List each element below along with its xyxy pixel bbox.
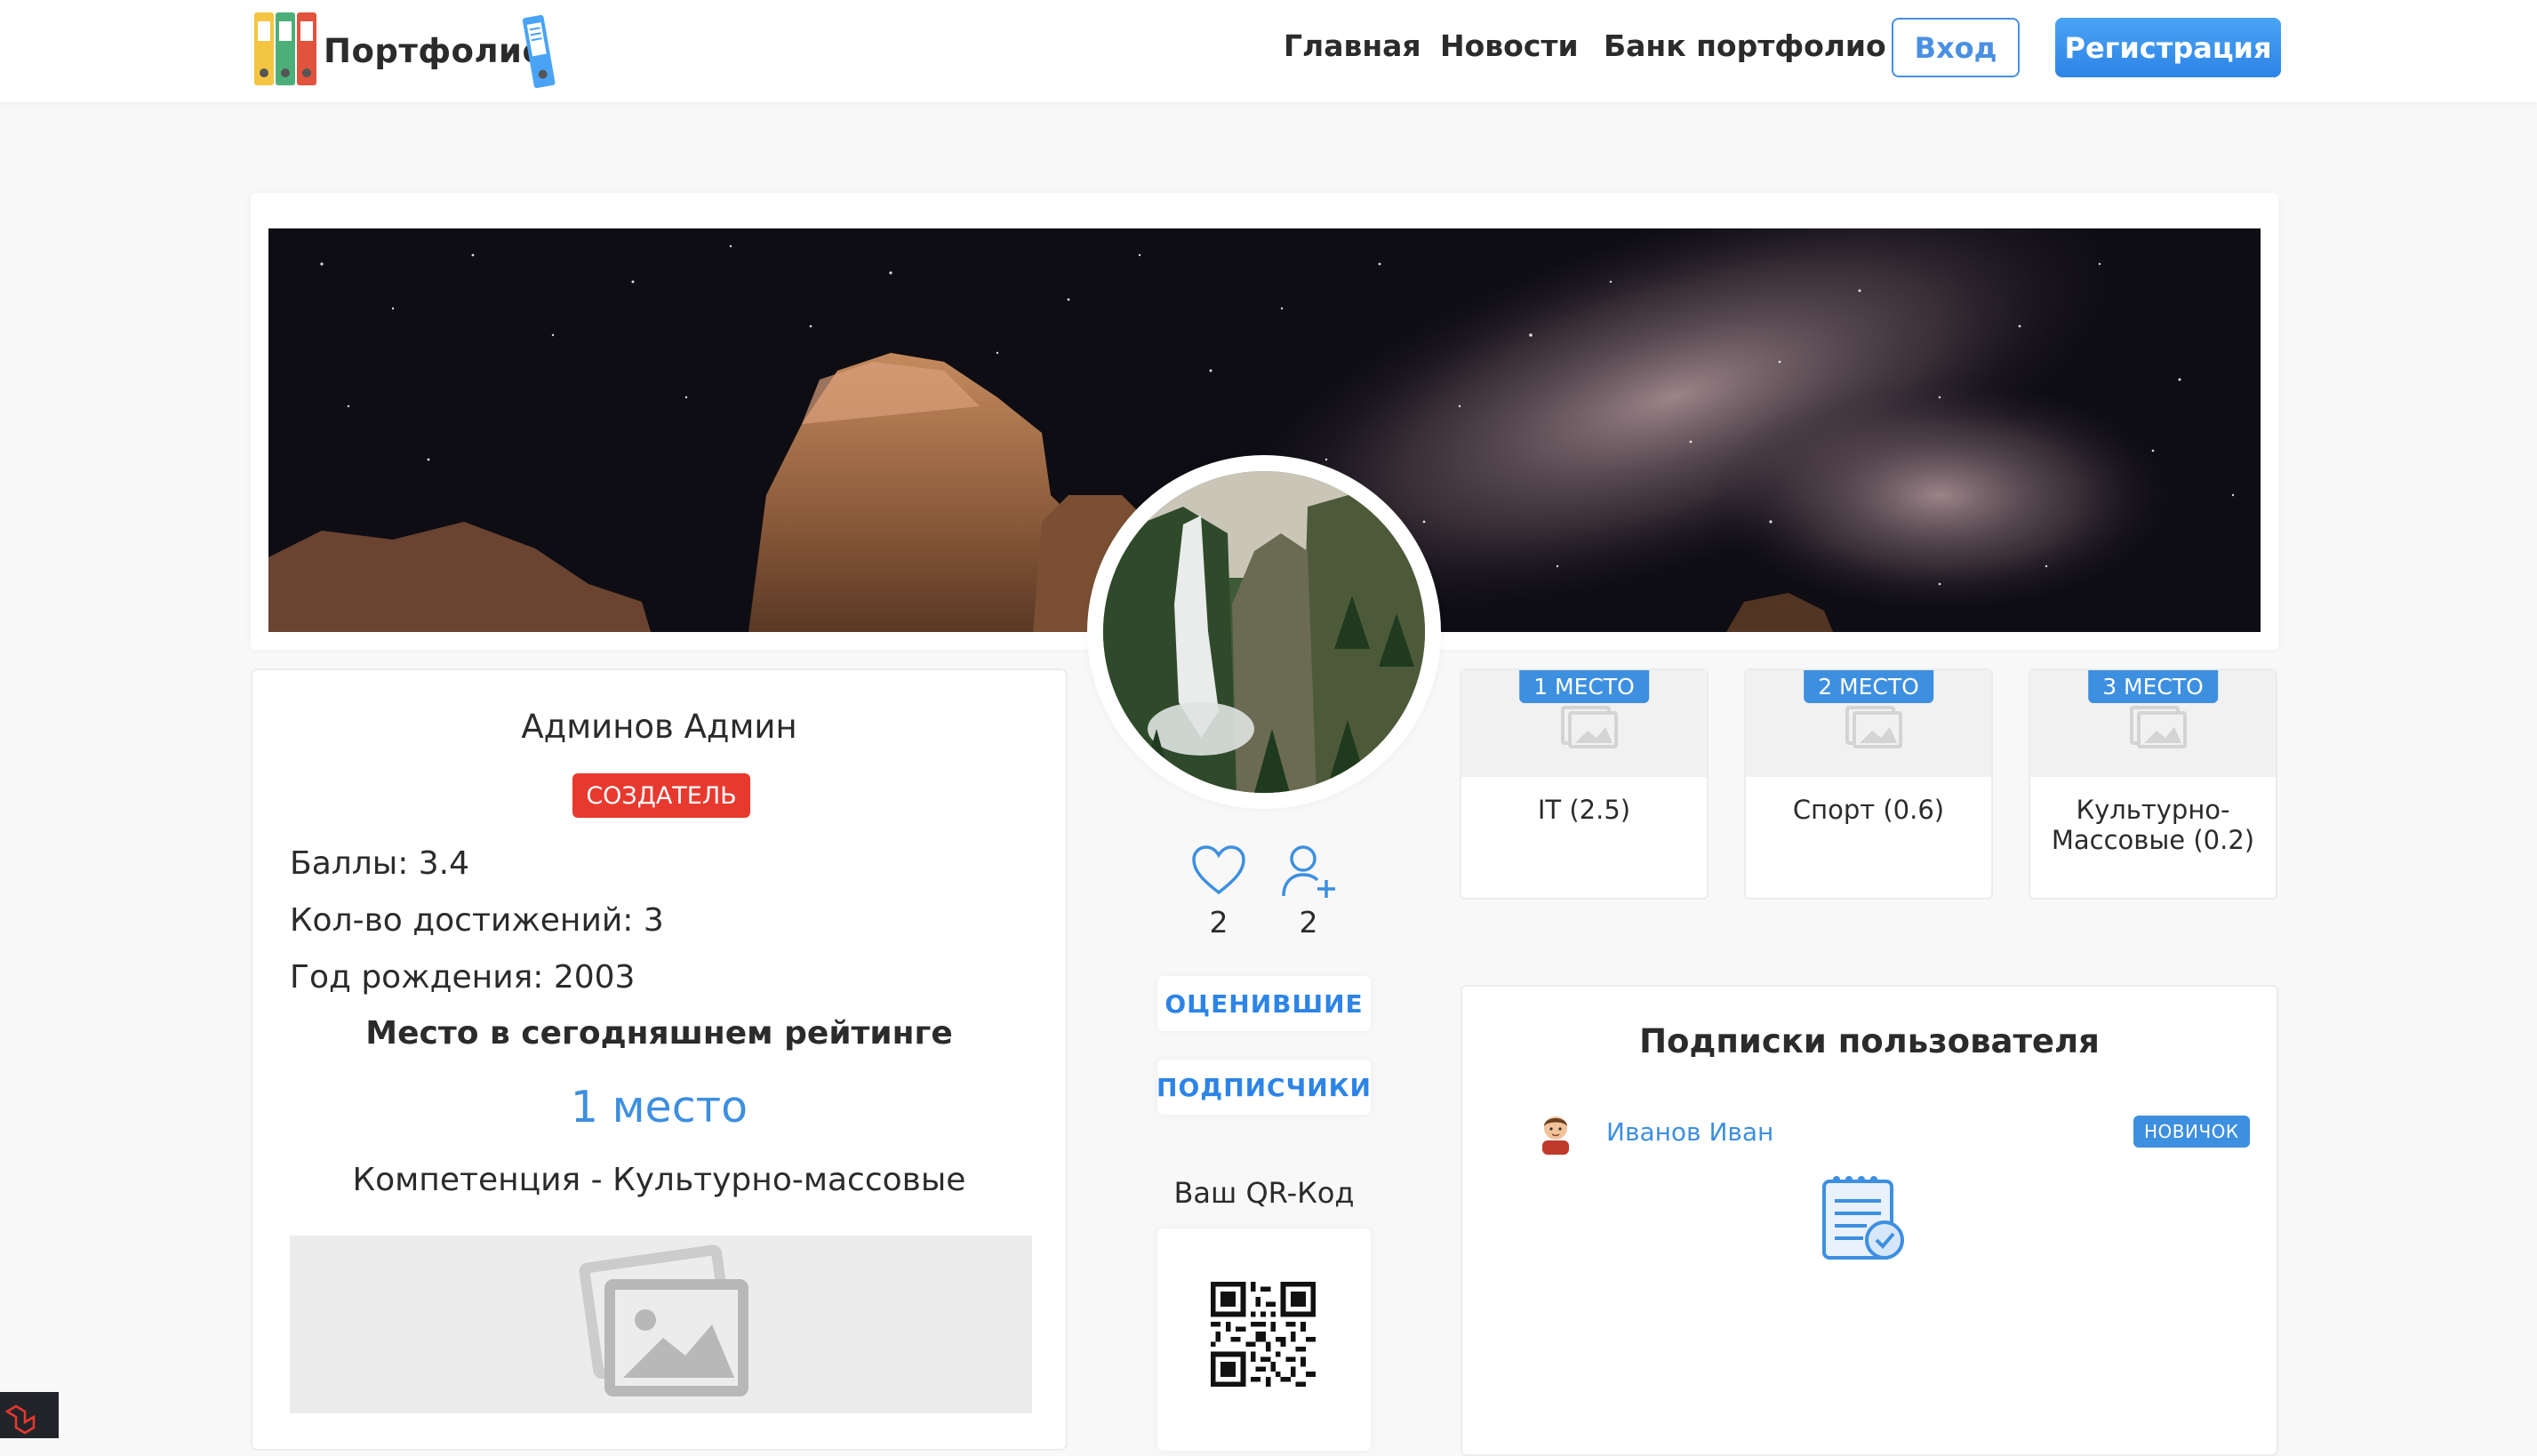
role-badge: СОЗДАТЕЛЬ — [572, 773, 750, 818]
points-text: Баллы: 3.4 — [290, 845, 470, 882]
user-avatar-icon — [1542, 1116, 1569, 1155]
heart-icon[interactable] — [1191, 844, 1246, 896]
followers-count: 2 — [1299, 905, 1318, 940]
rating-place: 1 место — [570, 1082, 748, 1132]
rated-button[interactable]: ОЦЕНИВШИЕ — [1157, 976, 1371, 1031]
logo[interactable]: Портфолио — [252, 9, 564, 89]
binders-icon — [254, 12, 316, 85]
image-placeholder-icon — [1845, 706, 1902, 748]
level-badge: НОВИЧОК — [2133, 1116, 2250, 1148]
competence-text: Компетенция - Культурно-массовые — [352, 1162, 966, 1198]
debug-toolbar-icon[interactable] — [0, 1392, 59, 1438]
nav-news[interactable]: Новости — [1440, 28, 1579, 63]
user-name: Админов Админ — [521, 708, 797, 746]
subscriptions-title: Подписки пользователя — [1639, 1022, 2100, 1060]
top-navbar: Портфолио Главная Новости Банк портфолио… — [0, 0, 2537, 102]
register-button[interactable]: Регистрация — [2055, 18, 2281, 77]
subscription-item[interactable]: Иванов Иван НОВИЧОК — [1498, 1107, 2250, 1160]
competence-label: Спорт (0.6) — [1792, 795, 1945, 825]
place-badge: 3 МЕСТО — [2088, 670, 2218, 703]
subscription-name[interactable]: Иванов Иван — [1606, 1117, 1773, 1147]
competence-label: Культурно- Массовые (0.2) — [2051, 795, 2255, 855]
competence-card-2[interactable]: 2 МЕСТО Спорт (0.6) — [1744, 668, 1993, 900]
birth-year-text: Год рождения: 2003 — [290, 959, 636, 996]
nav-home[interactable]: Главная — [1284, 28, 1421, 63]
competence-card-3[interactable]: 3 МЕСТО Культурно- Массовые (0.2) — [2029, 668, 2277, 900]
image-placeholder-icon — [1561, 706, 1618, 748]
image-placeholder-icon — [2130, 706, 2187, 748]
profile-info-card: Админов Админ СОЗДАТЕЛЬ Баллы: 3.4 Кол-в… — [251, 668, 1068, 1451]
competence-label: IT (2.5) — [1537, 795, 1631, 825]
binder-icon — [522, 14, 556, 88]
qr-card[interactable] — [1157, 1228, 1371, 1451]
qr-label: Ваш QR-Код — [1173, 1176, 1355, 1210]
competence-card-1[interactable]: 1 МЕСТО IT (2.5) — [1460, 668, 1709, 900]
qr-code-icon — [1211, 1282, 1316, 1387]
subscribers-button[interactable]: ПОДПИСЧИКИ — [1156, 1060, 1371, 1115]
place-badge: 1 МЕСТО — [1519, 670, 1649, 703]
achievements-text: Кол-во достижений: 3 — [290, 902, 664, 939]
place-badge: 2 МЕСТО — [1804, 670, 1933, 703]
subscriptions-card: Подписки пользователя Иванов Иван НОВИЧО… — [1461, 985, 2278, 1456]
avatar[interactable] — [1087, 455, 1441, 809]
image-placeholder-icon — [579, 1244, 748, 1396]
avatar-image — [1103, 471, 1425, 793]
waterfall-image — [1103, 471, 1425, 793]
image-placeholder — [290, 1236, 1032, 1413]
laravel-icon — [4, 1404, 36, 1435]
rating-title: Место в сегодняшнем рейтинге — [365, 1015, 953, 1052]
logo-text: Портфолио — [324, 32, 546, 70]
login-button[interactable]: Вход — [1892, 18, 2020, 77]
add-user-icon[interactable] — [1280, 844, 1339, 900]
likes-count: 2 — [1209, 905, 1228, 940]
notepad-check-icon — [1822, 1176, 1904, 1260]
nav-portfolio-bank[interactable]: Банк портфолио — [1604, 28, 1886, 63]
